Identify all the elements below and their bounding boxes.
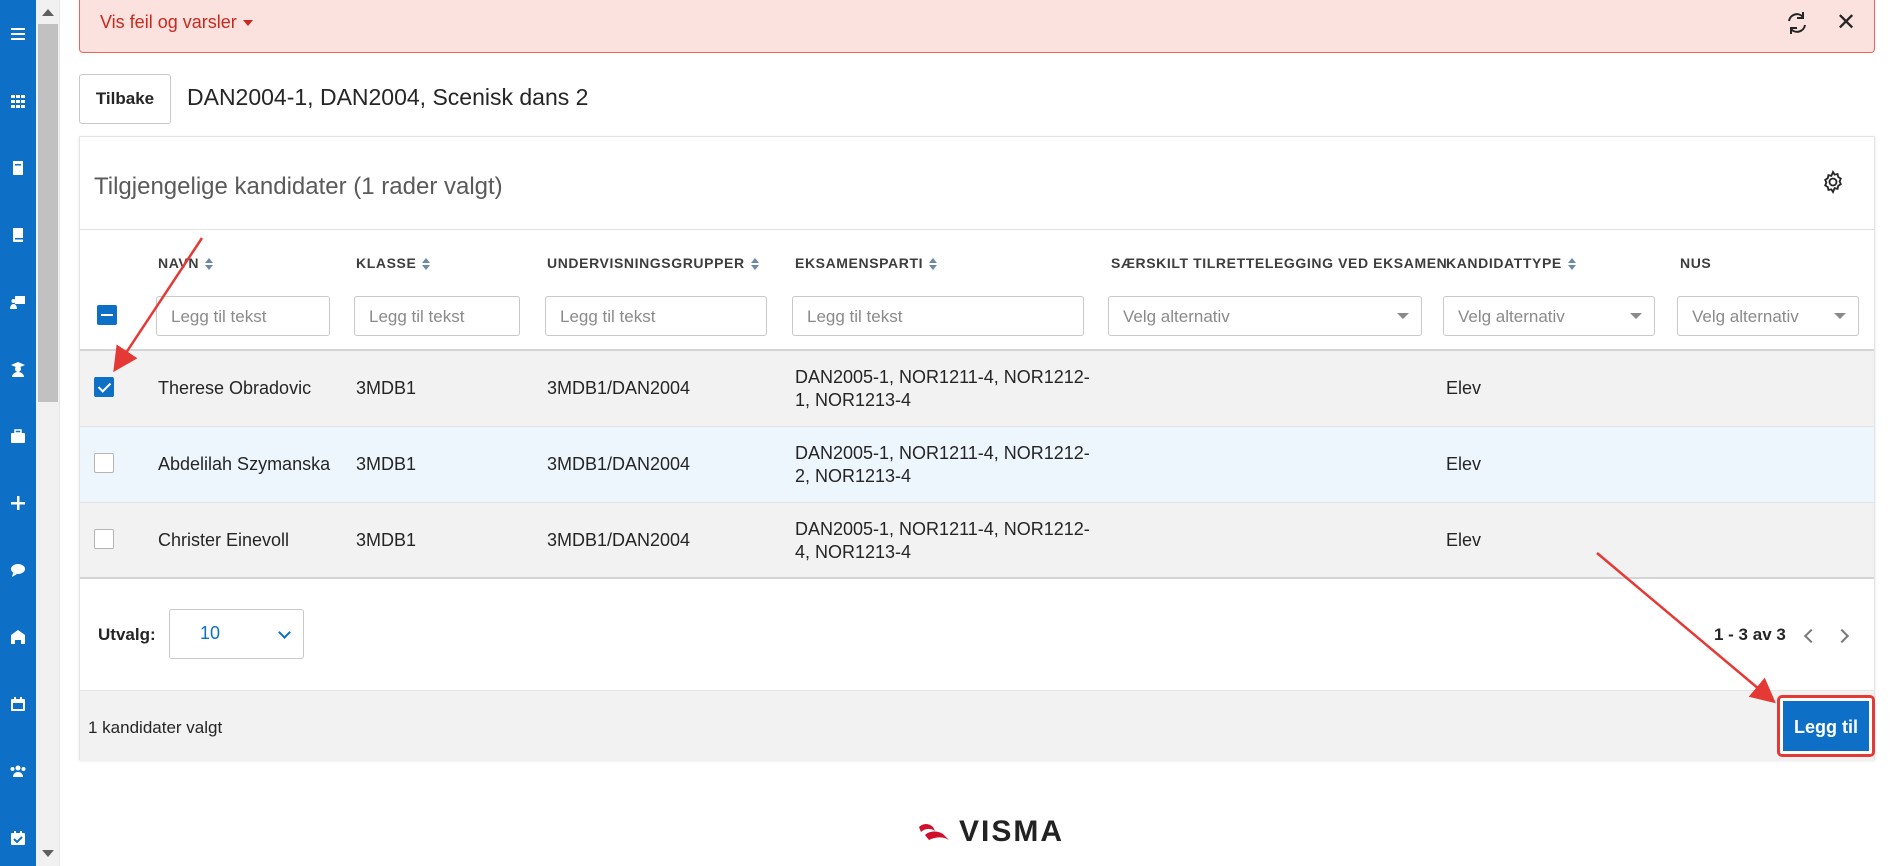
visma-mark-icon (919, 824, 949, 840)
scroll-down-icon[interactable] (42, 850, 54, 857)
table-top-divider (80, 229, 1874, 230)
book-open-icon[interactable] (0, 218, 36, 252)
filter-navn-input[interactable]: Legg til tekst (156, 296, 330, 336)
cell-klasse: 3MDB1 (356, 530, 417, 550)
cell-klasse: 3MDB1 (356, 454, 417, 474)
book-icon[interactable] (0, 151, 36, 185)
calendar-icon[interactable] (0, 687, 36, 721)
page-size-value: 10 (200, 623, 221, 643)
add-button[interactable]: Legg til (1777, 695, 1875, 757)
cell-kandidattype: Elev (1446, 378, 1482, 398)
cell-navn: Abdelilah Szymanska (158, 454, 331, 474)
chevron-left-icon[interactable] (1803, 628, 1819, 644)
cell-eksamensparti: DAN2005-1, NOR1211-4, NOR1212- 4, NOR1213… (795, 518, 1095, 564)
close-icon[interactable]: ✕ (1836, 8, 1856, 37)
row-checkbox[interactable] (94, 453, 114, 473)
cell-line: DAN2005-1, NOR1211-4, NOR1212- (795, 367, 1090, 387)
column-label: EKSAMENSPARTI (795, 255, 924, 271)
column-header-eksamensparti[interactable]: EKSAMENSPARTI (795, 255, 938, 271)
plus-icon[interactable] (0, 486, 36, 520)
select-all-checkbox[interactable] (97, 305, 117, 325)
refresh-icon[interactable] (1784, 10, 1810, 36)
cell-undervisningsgruppe: 3MDB1/DAN2004 (547, 454, 691, 474)
student-icon[interactable] (0, 352, 36, 386)
filter-eksamensparti-input[interactable]: Legg til tekst (792, 296, 1084, 336)
show-errors-toggle[interactable]: Vis feil og varsler (100, 12, 253, 33)
cell-kandidattype: Elev (1446, 454, 1482, 474)
apps-grid-icon[interactable] (0, 84, 36, 118)
filter-undervisningsgrupper-input[interactable]: Legg til tekst (545, 296, 767, 336)
group-icon[interactable] (0, 754, 36, 788)
back-button[interactable]: Tilbake (79, 74, 171, 124)
selection-footer: 1 kandidater valgt Legg til (80, 690, 1875, 760)
cell-navn: Therese Obradovic (158, 378, 312, 398)
scroll-up-icon[interactable] (42, 9, 54, 16)
cell-navn: Christer Einevoll (158, 530, 290, 550)
gear-icon[interactable] (1821, 170, 1845, 194)
error-banner: Vis feil og varsler ✕ (79, 0, 1875, 53)
filter-kandidattype-select[interactable]: Velg alternativ (1443, 296, 1655, 336)
cell-line: DAN2005-1, NOR1211-4, NOR1212- (795, 443, 1090, 463)
cell-line: 4, NOR1213-4 (795, 542, 912, 562)
chevron-right-icon[interactable] (1834, 628, 1850, 644)
side-nav (0, 0, 36, 866)
cell-undervisningsgruppe: 3MDB1/DAN2004 (547, 530, 691, 550)
column-header-kandidattype[interactable]: KANDIDATTYPE (1446, 255, 1576, 271)
table-row[interactable]: Therese Obradovic 3MDB1 3MDB1/DAN2004 DA… (80, 351, 1874, 427)
cell-undervisningsgruppe: 3MDB1/DAN2004 (547, 378, 691, 398)
filter-klasse-input[interactable]: Legg til tekst (354, 296, 520, 336)
page-scrollbar[interactable] (36, 0, 60, 866)
page-size-label: Utvalg: (98, 625, 156, 644)
scrollbar-thumb[interactable] (38, 24, 58, 402)
briefcase-icon[interactable] (0, 419, 36, 453)
sort-icon[interactable] (750, 258, 759, 271)
cell-klasse: 3MDB1 (356, 378, 417, 398)
filter-tilrettelegging-select[interactable]: Velg alternativ (1108, 296, 1422, 336)
candidates-card: Tilgjengelige kandidater (1 rader valgt)… (79, 136, 1875, 760)
column-header-tilrettelegging: SÆRSKILT TILRETTELEGGING VED EKSAMEN (1111, 255, 1447, 271)
selected-count: 1 kandidater valgt (88, 718, 223, 737)
page-title: DAN2004-1, DAN2004, Scenisk dans 2 (187, 84, 589, 110)
cell-eksamensparti: DAN2005-1, NOR1211-4, NOR1212- 2, NOR1213… (795, 442, 1095, 488)
sort-icon[interactable] (205, 258, 214, 271)
column-label: NUS (1680, 255, 1712, 271)
column-label: NAVN (158, 255, 200, 271)
pagination-range: 1 - 3 av 3 (1714, 625, 1786, 644)
chevron-down-icon (278, 626, 291, 639)
sort-icon[interactable] (1567, 258, 1576, 271)
column-header-navn[interactable]: NAVN (158, 255, 214, 271)
cell-eksamensparti: DAN2005-1, NOR1211-4, NOR1212- 1, NOR1213… (795, 366, 1095, 412)
column-header-klasse[interactable]: KLASSE (356, 255, 431, 271)
column-label: KLASSE (356, 255, 417, 271)
row-checkbox[interactable] (94, 377, 114, 397)
card-title: Tilgjengelige kandidater (1 rader valgt) (94, 173, 503, 200)
calendar-check-icon[interactable] (0, 821, 36, 855)
menu-icon[interactable] (0, 17, 36, 51)
sort-icon[interactable] (929, 258, 938, 271)
table-row[interactable]: Abdelilah Szymanska 3MDB1 3MDB1/DAN2004 … (80, 427, 1874, 503)
cell-line: 2, NOR1213-4 (795, 466, 912, 486)
caret-down-icon (242, 20, 253, 27)
cell-line: DAN2005-1, NOR1211-4, NOR1212- (795, 519, 1090, 539)
cell-line: 1, NOR1213-4 (795, 390, 912, 410)
cell-kandidattype: Elev (1446, 530, 1482, 550)
logo-wordmark: VISMA (959, 815, 1065, 848)
visma-logo: VISMA (917, 815, 1064, 849)
chat-icon[interactable] (0, 553, 36, 587)
page-size-select[interactable]: 10 (169, 609, 304, 659)
row-checkbox[interactable] (94, 529, 114, 549)
column-label: KANDIDATTYPE (1446, 255, 1562, 271)
show-errors-label: Vis feil og varsler (100, 12, 237, 32)
column-header-undervisningsgrupper[interactable]: UNDERVISNINGSGRUPPER (547, 255, 759, 271)
sort-icon[interactable] (422, 258, 431, 271)
teacher-icon[interactable] (0, 285, 36, 319)
table-row[interactable]: Christer Einevoll 3MDB1 3MDB1/DAN2004 DA… (80, 503, 1874, 579)
column-header-nus: NUS (1680, 255, 1711, 271)
filter-nus-select[interactable]: Velg alternativ (1677, 296, 1859, 336)
column-label: SÆRSKILT TILRETTELEGGING VED EKSAMEN (1111, 255, 1448, 271)
school-icon[interactable] (0, 620, 36, 654)
column-label: UNDERVISNINGSGRUPPER (547, 255, 745, 271)
